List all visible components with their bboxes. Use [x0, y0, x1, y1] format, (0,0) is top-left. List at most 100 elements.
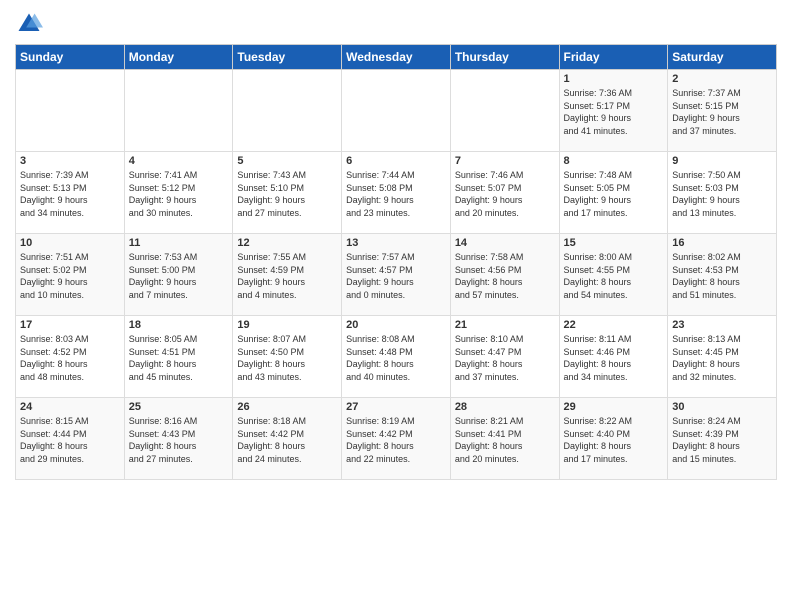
day-number: 23	[672, 319, 772, 331]
calendar-table: SundayMondayTuesdayWednesdayThursdayFrid…	[15, 44, 777, 480]
day-info: Sunrise: 8:10 AM Sunset: 4:47 PM Dayligh…	[455, 333, 555, 383]
day-number: 7	[455, 155, 555, 167]
day-cell	[450, 70, 559, 152]
day-number: 11	[129, 237, 229, 249]
day-cell: 1Sunrise: 7:36 AM Sunset: 5:17 PM Daylig…	[559, 70, 668, 152]
header	[15, 10, 777, 38]
day-number: 29	[564, 401, 664, 413]
day-cell	[124, 70, 233, 152]
page-container: SundayMondayTuesdayWednesdayThursdayFrid…	[0, 0, 792, 490]
day-cell	[16, 70, 125, 152]
day-cell: 24 Sunrise: 8:15 AM Sunset: 4:44 PM Dayli…	[16, 398, 125, 480]
day-info: Sunrise: 8:07 AM Sunset: 4:50 PM Dayligh…	[237, 333, 337, 383]
week-row-2: 3 Sunrise: 7:39 AM Sunset: 5:13 PM Daylig…	[16, 152, 777, 234]
day-number: 20	[346, 319, 446, 331]
day-number: 30	[672, 401, 772, 413]
day-number: 26	[237, 401, 337, 413]
day-number: 5	[237, 155, 337, 167]
day-cell: 6 Sunrise: 7:44 AM Sunset: 5:08 PM Daylig…	[342, 152, 451, 234]
day-cell: 10Sunrise: 7:51 AM Sunset: 5:02 PM Dayli…	[16, 234, 125, 316]
day-cell: 4 Sunrise: 7:41 AM Sunset: 5:12 PM Daylig…	[124, 152, 233, 234]
day-number: 3	[20, 155, 120, 167]
day-info: Sunrise: 8:15 AM Sunset: 4:44 PM Dayligh…	[20, 415, 120, 465]
day-number: 25	[129, 401, 229, 413]
day-cell: 13 Sunrise: 7:57 AM Sunset: 4:57 PM Dayli…	[342, 234, 451, 316]
header-cell-wednesday: Wednesday	[342, 45, 451, 70]
day-number: 22	[564, 319, 664, 331]
day-info: Sunrise: 7:41 AM Sunset: 5:12 PM Dayligh…	[129, 169, 229, 219]
day-cell: 23 Sunrise: 8:13 AM Sunset: 4:45 PM Dayli…	[668, 316, 777, 398]
day-number: 8	[564, 155, 664, 167]
day-number: 14	[455, 237, 555, 249]
day-cell: 12Sunrise: 7:55 AM Sunset: 4:59 PM Dayli…	[233, 234, 342, 316]
day-cell: 17 Sunrise: 8:03 AM Sunset: 4:52 PM Dayli…	[16, 316, 125, 398]
day-info: Sunrise: 7:39 AM Sunset: 5:13 PM Dayligh…	[20, 169, 120, 219]
day-info: Sunrise: 7:48 AM Sunset: 5:05 PM Dayligh…	[564, 169, 664, 219]
day-info: Sunrise: 7:43 AM Sunset: 5:10 PM Dayligh…	[237, 169, 337, 219]
day-cell: 8 Sunrise: 7:48 AM Sunset: 5:05 PM Daylig…	[559, 152, 668, 234]
day-cell: 26 Sunrise: 8:18 AM Sunset: 4:42 PM Dayli…	[233, 398, 342, 480]
day-info: Sunrise: 8:13 AM Sunset: 4:45 PM Dayligh…	[672, 333, 772, 383]
day-number: 19	[237, 319, 337, 331]
day-info: Sunrise: 7:44 AM Sunset: 5:08 PM Dayligh…	[346, 169, 446, 219]
day-cell: 28 Sunrise: 8:21 AM Sunset: 4:41 PM Dayli…	[450, 398, 559, 480]
day-cell: 11Sunrise: 7:53 AM Sunset: 5:00 PM Dayli…	[124, 234, 233, 316]
header-cell-saturday: Saturday	[668, 45, 777, 70]
day-info: Sunrise: 8:16 AM Sunset: 4:43 PM Dayligh…	[129, 415, 229, 465]
calendar-header: SundayMondayTuesdayWednesdayThursdayFrid…	[16, 45, 777, 70]
day-info: Sunrise: 7:50 AM Sunset: 5:03 PM Dayligh…	[672, 169, 772, 219]
day-cell: 20 Sunrise: 8:08 AM Sunset: 4:48 PM Dayli…	[342, 316, 451, 398]
day-info: Sunrise: 8:11 AM Sunset: 4:46 PM Dayligh…	[564, 333, 664, 383]
logo-icon	[15, 10, 43, 38]
calendar-body: 1Sunrise: 7:36 AM Sunset: 5:17 PM Daylig…	[16, 70, 777, 480]
day-cell: 16 Sunrise: 8:02 AM Sunset: 4:53 PM Dayli…	[668, 234, 777, 316]
day-info: Sunrise: 7:58 AM Sunset: 4:56 PM Dayligh…	[455, 251, 555, 301]
day-number: 18	[129, 319, 229, 331]
day-number: 9	[672, 155, 772, 167]
day-info: Sunrise: 8:08 AM Sunset: 4:48 PM Dayligh…	[346, 333, 446, 383]
day-cell: 19 Sunrise: 8:07 AM Sunset: 4:50 PM Dayli…	[233, 316, 342, 398]
day-cell: 5 Sunrise: 7:43 AM Sunset: 5:10 PM Daylig…	[233, 152, 342, 234]
day-cell: 25 Sunrise: 8:16 AM Sunset: 4:43 PM Dayli…	[124, 398, 233, 480]
header-cell-monday: Monday	[124, 45, 233, 70]
day-number: 12	[237, 237, 337, 249]
header-cell-thursday: Thursday	[450, 45, 559, 70]
day-number: 21	[455, 319, 555, 331]
header-cell-friday: Friday	[559, 45, 668, 70]
day-cell: 14 Sunrise: 7:58 AM Sunset: 4:56 PM Dayli…	[450, 234, 559, 316]
day-cell: 29 Sunrise: 8:22 AM Sunset: 4:40 PM Dayli…	[559, 398, 668, 480]
day-info: Sunrise: 8:21 AM Sunset: 4:41 PM Dayligh…	[455, 415, 555, 465]
day-number: 17	[20, 319, 120, 331]
day-info: Sunrise: 8:00 AM Sunset: 4:55 PM Dayligh…	[564, 251, 664, 301]
day-cell: 15 Sunrise: 8:00 AM Sunset: 4:55 PM Dayli…	[559, 234, 668, 316]
day-cell: 30Sunrise: 8:24 AM Sunset: 4:39 PM Dayli…	[668, 398, 777, 480]
day-info: Sunrise: 7:57 AM Sunset: 4:57 PM Dayligh…	[346, 251, 446, 301]
day-cell	[342, 70, 451, 152]
day-cell: 18Sunrise: 8:05 AM Sunset: 4:51 PM Dayli…	[124, 316, 233, 398]
header-row: SundayMondayTuesdayWednesdayThursdayFrid…	[16, 45, 777, 70]
day-number: 4	[129, 155, 229, 167]
day-info: Sunrise: 7:46 AM Sunset: 5:07 PM Dayligh…	[455, 169, 555, 219]
day-info: Sunrise: 8:22 AM Sunset: 4:40 PM Dayligh…	[564, 415, 664, 465]
day-cell: 2Sunrise: 7:37 AM Sunset: 5:15 PM Daylig…	[668, 70, 777, 152]
day-info: Sunrise: 8:18 AM Sunset: 4:42 PM Dayligh…	[237, 415, 337, 465]
day-cell: 27Sunrise: 8:19 AM Sunset: 4:42 PM Dayli…	[342, 398, 451, 480]
week-row-4: 17 Sunrise: 8:03 AM Sunset: 4:52 PM Dayli…	[16, 316, 777, 398]
day-info: Sunrise: 7:51 AM Sunset: 5:02 PM Dayligh…	[20, 251, 120, 301]
day-cell: 21 Sunrise: 8:10 AM Sunset: 4:47 PM Dayli…	[450, 316, 559, 398]
day-number: 24	[20, 401, 120, 413]
week-row-3: 10Sunrise: 7:51 AM Sunset: 5:02 PM Dayli…	[16, 234, 777, 316]
header-cell-tuesday: Tuesday	[233, 45, 342, 70]
day-number: 28	[455, 401, 555, 413]
day-info: Sunrise: 8:03 AM Sunset: 4:52 PM Dayligh…	[20, 333, 120, 383]
day-number: 13	[346, 237, 446, 249]
day-number: 1	[564, 73, 664, 85]
day-number: 15	[564, 237, 664, 249]
week-row-1: 1Sunrise: 7:36 AM Sunset: 5:17 PM Daylig…	[16, 70, 777, 152]
day-cell: 22 Sunrise: 8:11 AM Sunset: 4:46 PM Dayli…	[559, 316, 668, 398]
day-info: Sunrise: 7:37 AM Sunset: 5:15 PM Dayligh…	[672, 87, 772, 137]
day-number: 16	[672, 237, 772, 249]
day-number: 6	[346, 155, 446, 167]
day-info: Sunrise: 8:02 AM Sunset: 4:53 PM Dayligh…	[672, 251, 772, 301]
week-row-5: 24 Sunrise: 8:15 AM Sunset: 4:44 PM Dayli…	[16, 398, 777, 480]
